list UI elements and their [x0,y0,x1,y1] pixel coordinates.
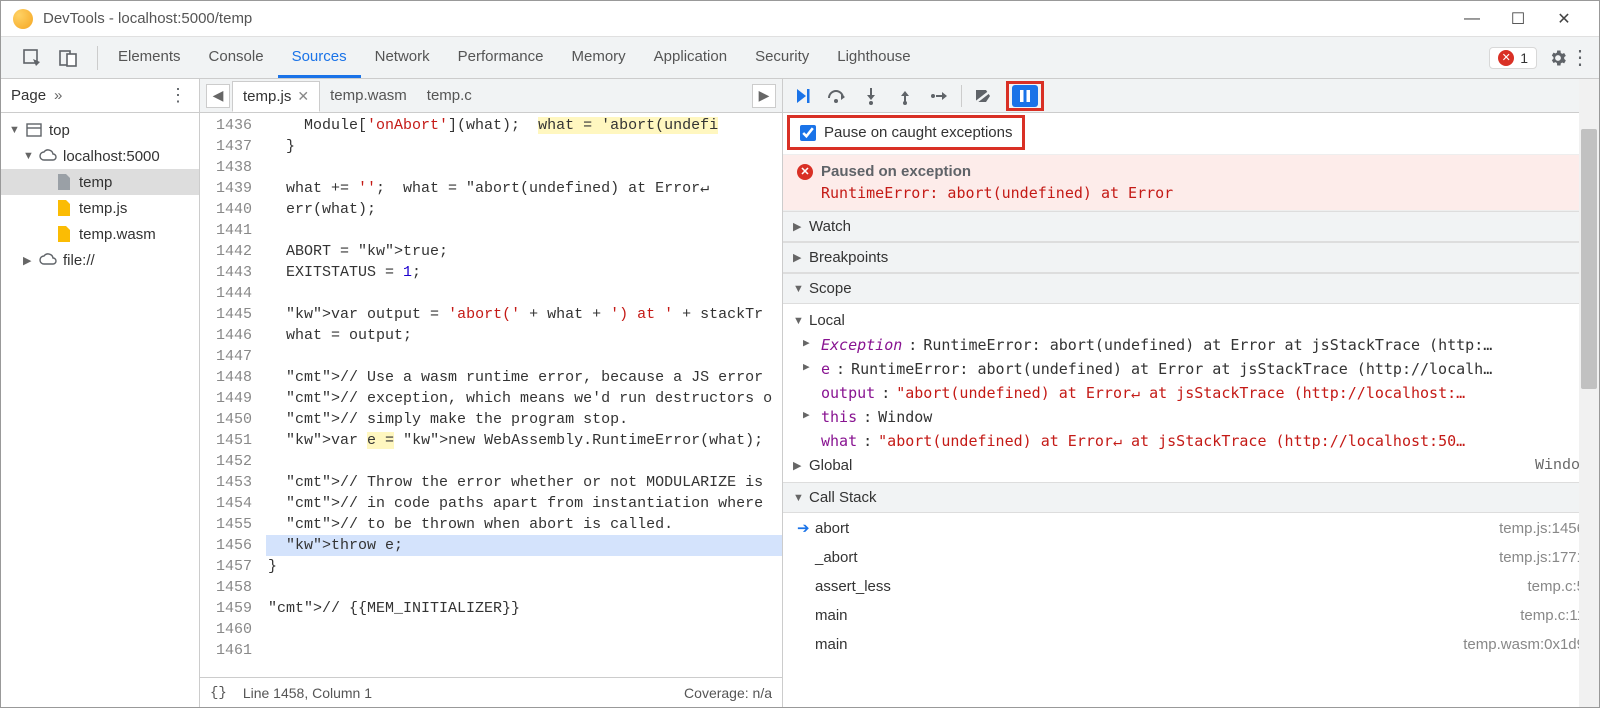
cloud-icon [39,147,57,165]
tab-sources[interactable]: Sources [278,38,361,78]
divider [961,85,962,107]
nav-forward-icon[interactable]: ▶ [752,84,776,108]
step-into-button[interactable] [859,84,883,108]
call-stack-frame[interactable]: assert_lesstemp.c:5 [783,572,1599,601]
close-tab-icon[interactable]: ✕ [297,88,309,105]
window-titlebar: DevTools - localhost:5000/temp — ☐ ✕ [1,1,1599,37]
editor-status-bar: {} Line 1458, Column 1 Coverage: n/a [200,677,782,707]
scope-variable[interactable]: ▶this: Window [783,405,1599,429]
scrollbar-track[interactable] [1579,79,1599,707]
exception-banner: ✕ Paused on exception RuntimeError: abor… [783,154,1599,211]
pause-on-caught-checkbox[interactable] [800,125,816,141]
tree-item[interactable]: temp.js [1,195,199,221]
file-tab-bar: ◀ temp.js✕temp.wasmtemp.c ▶ [200,79,782,113]
tab-performance[interactable]: Performance [444,38,558,78]
scope-body: ▼Local ▶Exception: RuntimeError: abort(u… [783,304,1599,482]
scope-global-header[interactable]: ▶GlobalWindow [783,453,1599,478]
step-over-button[interactable] [825,84,849,108]
sidebar-menu-icon[interactable]: ⋮ [167,85,189,107]
tab-application[interactable]: Application [640,38,741,78]
format-code-icon[interactable]: {} [210,685,227,701]
cursor-position: Line 1458, Column 1 [243,685,372,701]
error-icon: ✕ [1498,50,1514,66]
call-stack-frame[interactable]: maintemp.wasm:0x1d9 [783,630,1599,659]
exception-message: RuntimeError: abort(undefined) at Error [797,184,1585,202]
code-content[interactable]: Module['onAbort'](what); what = 'abort(u… [260,113,782,677]
pause-on-caught-checkbox-row[interactable]: Pause on caught exceptions [787,115,1025,150]
file-tab[interactable]: temp.js✕ [232,81,320,112]
step-button[interactable] [927,84,951,108]
call-stack-frame[interactable]: ➔aborttemp.js:1456 [783,513,1599,543]
file-tab[interactable]: temp.c [417,81,482,110]
debugger-panel: Pause on caught exceptions ✕ Paused on e… [783,79,1599,707]
window-minimize-button[interactable]: — [1449,3,1495,35]
scope-section-header[interactable]: ▼Scope [783,273,1599,304]
window-maximize-button[interactable]: ☐ [1495,3,1541,35]
tree-host-label: localhost:5000 [63,148,160,165]
editor-column: ◀ temp.js✕temp.wasmtemp.c ▶ 143614371438… [200,79,783,707]
resume-button[interactable] [791,84,815,108]
code-editor[interactable]: 1436143714381439144014411442144314441445… [200,113,782,677]
deactivate-breakpoints-button[interactable] [972,84,996,108]
divider [97,46,98,70]
tree-item[interactable]: temp.wasm [1,221,199,247]
scope-local-header[interactable]: ▼Local [783,308,1599,333]
pause-on-exceptions-button[interactable] [1012,85,1038,107]
tab-network[interactable]: Network [361,38,444,78]
sidebar-more-icon[interactable]: » [54,87,62,104]
scope-variable[interactable]: ▶Exception: RuntimeError: abort(undefine… [783,333,1599,357]
tab-security[interactable]: Security [741,38,823,78]
scope-variable[interactable]: output: "abort(undefined) at Error↵ at j… [783,381,1599,405]
error-count: 1 [1520,50,1528,66]
exception-title: Paused on exception [821,163,971,180]
error-icon: ✕ [797,164,813,180]
tree-top[interactable]: ▼ top [1,117,199,143]
device-toolbar-icon[interactable] [57,47,79,69]
watch-section-header[interactable]: ▶Watch [783,211,1599,242]
nav-back-icon[interactable]: ◀ [206,84,230,108]
window-title: DevTools - localhost:5000/temp [43,10,1449,27]
tab-memory[interactable]: Memory [558,38,640,78]
window-close-button[interactable]: ✕ [1541,3,1587,35]
pause-on-caught-label: Pause on caught exceptions [824,124,1012,141]
debugger-toolbar [783,79,1599,113]
file-icon [55,225,73,243]
scrollbar-thumb[interactable] [1581,129,1597,389]
tree-host[interactable]: ▼ localhost:5000 [1,143,199,169]
file-tab[interactable]: temp.wasm [320,81,417,110]
tree-file-origin[interactable]: ▶ file:// [1,247,199,273]
sidebar-title[interactable]: Page [11,87,46,104]
scope-variable[interactable]: what: "abort(undefined) at Error↵ at jsS… [783,429,1599,453]
more-menu-icon[interactable]: ⋮ [1569,47,1591,69]
file-icon [55,173,73,191]
call-stack-body: ➔aborttemp.js:1456_aborttemp.js:1771asse… [783,513,1599,659]
tree-top-label: top [49,122,70,139]
sources-sidebar: Page » ⋮ ▼ top ▼ localhost:5000 temptemp… [1,79,200,707]
tree-item[interactable]: temp [1,169,199,195]
coverage-status: Coverage: n/a [684,685,772,701]
tab-elements[interactable]: Elements [104,38,195,78]
inspect-element-icon[interactable] [21,47,43,69]
error-count-badge[interactable]: ✕ 1 [1489,47,1537,69]
file-tree: ▼ top ▼ localhost:5000 temptemp.jstemp.w… [1,113,199,277]
call-stack-frame[interactable]: maintemp.c:11 [783,601,1599,630]
scope-variable[interactable]: ▶e: RuntimeError: abort(undefined) at Er… [783,357,1599,381]
devtools-tab-bar: ElementsConsoleSourcesNetworkPerformance… [1,37,1599,79]
pause-exceptions-highlight [1006,81,1044,111]
call-stack-section-header[interactable]: ▼Call Stack [783,482,1599,513]
tree-file-origin-label: file:// [63,252,95,269]
cloud-icon [39,251,57,269]
file-icon [55,199,73,217]
line-gutter: 1436143714381439144014411442144314441445… [200,113,260,677]
settings-gear-icon[interactable] [1547,47,1569,69]
step-out-button[interactable] [893,84,917,108]
breakpoints-section-header[interactable]: ▶Breakpoints [783,242,1599,273]
devtools-app-icon [13,9,33,29]
tab-lighthouse[interactable]: Lighthouse [823,38,924,78]
tab-console[interactable]: Console [195,38,278,78]
window-icon [25,121,43,139]
sidebar-header: Page » ⋮ [1,79,199,113]
call-stack-frame[interactable]: _aborttemp.js:1771 [783,543,1599,572]
